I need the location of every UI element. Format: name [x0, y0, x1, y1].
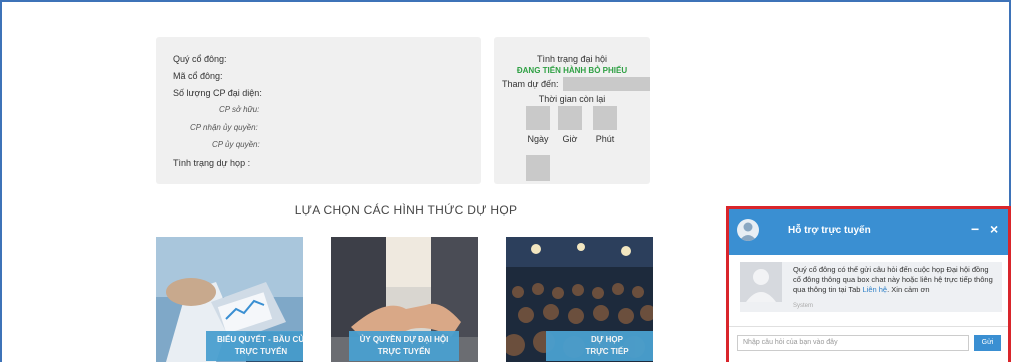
online-voting-label[interactable]: BIỂU QUYẾT - BẦU CỬ TRỰC TUYẾN	[206, 331, 303, 361]
attendance-status-label: Tình trạng dự họp :	[173, 158, 251, 168]
online-proxy-card[interactable]: ỦY QUYỀN DỰ ĐẠI HỘI TRỰC TUYẾN	[331, 237, 478, 362]
system-avatar-icon	[740, 262, 782, 302]
delegated-shares-label: CP ủy quyền:	[212, 140, 260, 149]
contact-tab-link[interactable]: Liên hệ	[863, 285, 888, 294]
chat-header: Hỗ trợ trực tuyến − ×	[729, 209, 1008, 255]
minimize-icon[interactable]: −	[971, 221, 979, 237]
attend-until-label: Tham dự đến:	[502, 79, 559, 89]
in-person-card[interactable]: DỰ HỌP TRỰC TIẾP	[506, 237, 653, 362]
countdown-day-box	[526, 106, 550, 130]
chat-sender: System	[793, 303, 814, 309]
attend-until-value	[563, 77, 650, 91]
support-avatar-icon	[737, 219, 759, 241]
received-shares-label: CP nhận ủy quyền:	[190, 123, 258, 132]
meeting-status-panel: Tình trạng đại hội ĐANG TIẾN HÀNH BỎ PHI…	[494, 37, 650, 184]
represented-shares-label: Số lượng CP đại diện:	[173, 88, 262, 98]
countdown-hour-label: Giờ	[562, 134, 578, 144]
chat-send-button[interactable]: Gửi	[974, 335, 1001, 351]
online-proxy-label[interactable]: ỦY QUYỀN DỰ ĐẠI HỘI TRỰC TUYẾN	[349, 331, 459, 361]
in-person-label[interactable]: DỰ HỌP TRỰC TIẾP	[546, 331, 653, 361]
countdown-title: Thời gian còn lại	[538, 94, 606, 104]
chat-divider	[729, 326, 1008, 327]
shareholder-code-label: Mã cổ đông:	[173, 71, 223, 81]
shareholder-name-label: Quý cổ đông:	[173, 54, 227, 64]
countdown-hour-box	[558, 106, 582, 130]
countdown-second-box	[526, 155, 550, 181]
support-chat-widget: Hỗ trợ trực tuyến − × Quý cổ đông có thể…	[726, 206, 1011, 362]
chat-question-input[interactable]: Nhập câu hỏi của bạn vào đây	[737, 335, 969, 351]
chat-title: Hỗ trợ trực tuyến	[788, 225, 871, 236]
shareholder-info-panel: Quý cổ đông: Mã cổ đông: Số lượng CP đại…	[156, 37, 481, 184]
countdown-minute-label: Phút	[595, 134, 615, 144]
chat-message: Quý cổ đông có thể gửi câu hỏi đến cuộc …	[740, 262, 1002, 312]
online-voting-card[interactable]: BIỂU QUYẾT - BẦU CỬ TRỰC TUYẾN	[156, 237, 303, 362]
options-heading: LỰA CHỌN CÁC HÌNH THỨC DỰ HỌP	[294, 203, 518, 217]
countdown-minute-box	[593, 106, 617, 130]
owned-shares-label: CP sở hữu:	[219, 105, 260, 114]
chat-message-text: Quý cổ đông có thể gửi câu hỏi đến cuộc …	[793, 265, 993, 294]
meeting-state-text: ĐANG TIẾN HÀNH BỎ PHIẾU	[516, 66, 628, 75]
meeting-status-title: Tình trạng đại hội	[536, 54, 608, 64]
countdown-day-label: Ngày	[527, 134, 549, 144]
close-icon[interactable]: ×	[990, 221, 998, 237]
